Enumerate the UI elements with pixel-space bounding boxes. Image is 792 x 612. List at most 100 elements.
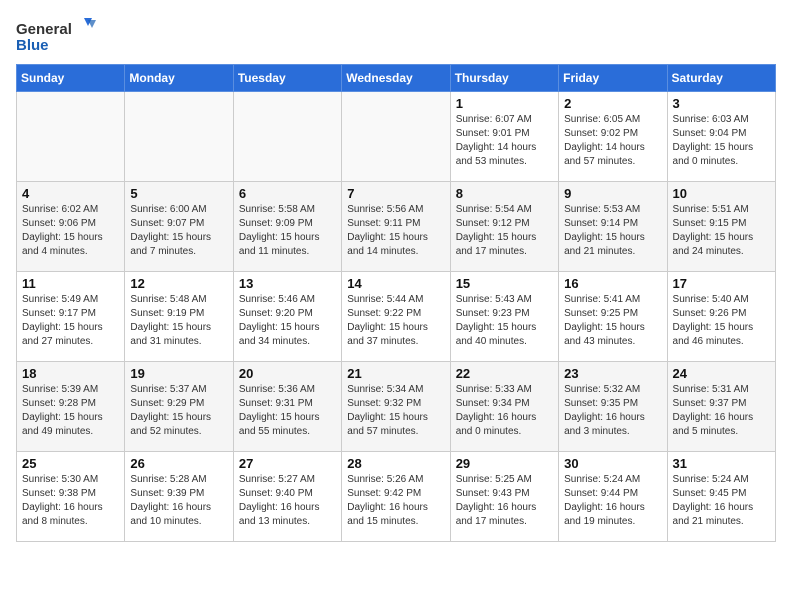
day-number: 22 [456,366,553,381]
day-info: Sunrise: 5:39 AM Sunset: 9:28 PM Dayligh… [22,383,119,439]
day-number: 15 [456,276,553,291]
svg-text:Blue: Blue [16,37,49,54]
day-info: Sunrise: 5:56 AM Sunset: 9:11 PM Dayligh… [347,203,444,259]
day-number: 29 [456,456,553,471]
day-number: 10 [673,186,770,201]
day-info: Sunrise: 5:33 AM Sunset: 9:34 PM Dayligh… [456,383,553,439]
day-info: Sunrise: 5:40 AM Sunset: 9:26 PM Dayligh… [673,293,770,349]
day-number: 31 [673,456,770,471]
day-number: 7 [347,186,444,201]
day-number: 8 [456,186,553,201]
calendar-cell: 16 Sunrise: 5:41 AM Sunset: 9:25 PM Dayli… [559,272,667,362]
day-number: 11 [22,276,119,291]
day-info: Sunrise: 5:51 AM Sunset: 9:15 PM Dayligh… [673,203,770,259]
weekday-wednesday: Wednesday [342,65,450,92]
calendar-cell: 6 Sunrise: 5:58 AM Sunset: 9:09 PM Daylig… [233,182,341,272]
calendar-table: SundayMondayTuesdayWednesdayThursdayFrid… [16,64,776,542]
day-number: 14 [347,276,444,291]
calendar-cell: 14Sunrise: 5:44 AM Sunset: 9:22 PM Dayli… [342,272,450,362]
calendar-cell: 5 Sunrise: 6:00 AM Sunset: 9:07 PM Daylig… [125,182,233,272]
calendar-cell: 13Sunrise: 5:46 AM Sunset: 9:20 PM Dayli… [233,272,341,362]
day-info: Sunrise: 5:27 AM Sunset: 9:40 PM Dayligh… [239,473,336,529]
calendar-header: SundayMondayTuesdayWednesdayThursdayFrid… [17,65,776,92]
day-info: Sunrise: 6:03 AM Sunset: 9:04 PM Dayligh… [673,113,770,169]
day-info: Sunrise: 5:26 AM Sunset: 9:42 PM Dayligh… [347,473,444,529]
day-number: 20 [239,366,336,381]
weekday-monday: Monday [125,65,233,92]
calendar-cell: 22 Sunrise: 5:33 AM Sunset: 9:34 PM Dayli… [450,362,558,452]
day-number: 16 [564,276,661,291]
day-info: Sunrise: 5:58 AM Sunset: 9:09 PM Dayligh… [239,203,336,259]
day-number: 5 [130,186,227,201]
week-row-5: 25Sunrise: 5:30 AM Sunset: 9:38 PM Dayli… [17,452,776,542]
calendar-cell: 15 Sunrise: 5:43 AM Sunset: 9:23 PM Dayli… [450,272,558,362]
day-number: 12 [130,276,227,291]
calendar-cell [125,92,233,182]
calendar-cell: 24Sunrise: 5:31 AM Sunset: 9:37 PM Dayli… [667,362,775,452]
calendar-cell: 10 Sunrise: 5:51 AM Sunset: 9:15 PM Dayli… [667,182,775,272]
calendar-cell: 26 Sunrise: 5:28 AM Sunset: 9:39 PM Dayli… [125,452,233,542]
calendar-cell: 1Sunrise: 6:07 AM Sunset: 9:01 PM Daylig… [450,92,558,182]
day-info: Sunrise: 5:46 AM Sunset: 9:20 PM Dayligh… [239,293,336,349]
weekday-tuesday: Tuesday [233,65,341,92]
weekday-friday: Friday [559,65,667,92]
weekday-thursday: Thursday [450,65,558,92]
calendar-cell: 8 Sunrise: 5:54 AM Sunset: 9:12 PM Daylig… [450,182,558,272]
day-info: Sunrise: 5:32 AM Sunset: 9:35 PM Dayligh… [564,383,661,439]
calendar-cell: 30Sunrise: 5:24 AM Sunset: 9:44 PM Dayli… [559,452,667,542]
day-info: Sunrise: 5:53 AM Sunset: 9:14 PM Dayligh… [564,203,661,259]
calendar-cell: 29Sunrise: 5:25 AM Sunset: 9:43 PM Dayli… [450,452,558,542]
day-number: 26 [130,456,227,471]
calendar-cell: 12 Sunrise: 5:48 AM Sunset: 9:19 PM Dayli… [125,272,233,362]
day-info: Sunrise: 5:43 AM Sunset: 9:23 PM Dayligh… [456,293,553,349]
calendar-cell: 20 Sunrise: 5:36 AM Sunset: 9:31 PM Dayli… [233,362,341,452]
day-number: 3 [673,96,770,111]
day-number: 1 [456,96,553,111]
calendar-cell: 11Sunrise: 5:49 AM Sunset: 9:17 PM Dayli… [17,272,125,362]
day-info: Sunrise: 6:05 AM Sunset: 9:02 PM Dayligh… [564,113,661,169]
day-info: Sunrise: 5:54 AM Sunset: 9:12 PM Dayligh… [456,203,553,259]
day-info: Sunrise: 5:36 AM Sunset: 9:31 PM Dayligh… [239,383,336,439]
day-info: Sunrise: 5:24 AM Sunset: 9:45 PM Dayligh… [673,473,770,529]
calendar-cell: 17 Sunrise: 5:40 AM Sunset: 9:26 PM Dayli… [667,272,775,362]
day-info: Sunrise: 5:30 AM Sunset: 9:38 PM Dayligh… [22,473,119,529]
day-info: Sunrise: 5:31 AM Sunset: 9:37 PM Dayligh… [673,383,770,439]
day-number: 6 [239,186,336,201]
weekday-saturday: Saturday [667,65,775,92]
svg-text:General: General [16,21,72,38]
calendar-cell [17,92,125,182]
calendar-cell: 27 Sunrise: 5:27 AM Sunset: 9:40 PM Dayli… [233,452,341,542]
day-info: Sunrise: 6:02 AM Sunset: 9:06 PM Dayligh… [22,203,119,259]
day-info: Sunrise: 5:28 AM Sunset: 9:39 PM Dayligh… [130,473,227,529]
day-info: Sunrise: 5:37 AM Sunset: 9:29 PM Dayligh… [130,383,227,439]
week-row-4: 18 Sunrise: 5:39 AM Sunset: 9:28 PM Dayli… [17,362,776,452]
day-info: Sunrise: 5:48 AM Sunset: 9:19 PM Dayligh… [130,293,227,349]
calendar-cell [233,92,341,182]
calendar-cell: 18 Sunrise: 5:39 AM Sunset: 9:28 PM Dayli… [17,362,125,452]
day-number: 18 [22,366,119,381]
day-number: 21 [347,366,444,381]
week-row-1: 1Sunrise: 6:07 AM Sunset: 9:01 PM Daylig… [17,92,776,182]
day-info: Sunrise: 5:24 AM Sunset: 9:44 PM Dayligh… [564,473,661,529]
logo: General Blue [16,16,96,56]
day-info: Sunrise: 6:00 AM Sunset: 9:07 PM Dayligh… [130,203,227,259]
day-number: 4 [22,186,119,201]
calendar-cell: 4 Sunrise: 6:02 AM Sunset: 9:06 PM Daylig… [17,182,125,272]
page-header: General Blue [16,16,776,56]
day-info: Sunrise: 5:34 AM Sunset: 9:32 PM Dayligh… [347,383,444,439]
day-info: Sunrise: 5:41 AM Sunset: 9:25 PM Dayligh… [564,293,661,349]
calendar-cell: 28 Sunrise: 5:26 AM Sunset: 9:42 PM Dayli… [342,452,450,542]
calendar-cell: 25Sunrise: 5:30 AM Sunset: 9:38 PM Dayli… [17,452,125,542]
week-row-2: 4 Sunrise: 6:02 AM Sunset: 9:06 PM Daylig… [17,182,776,272]
calendar-cell: 19Sunrise: 5:37 AM Sunset: 9:29 PM Dayli… [125,362,233,452]
day-number: 27 [239,456,336,471]
week-row-3: 11Sunrise: 5:49 AM Sunset: 9:17 PM Dayli… [17,272,776,362]
day-number: 9 [564,186,661,201]
day-number: 17 [673,276,770,291]
day-number: 2 [564,96,661,111]
day-number: 28 [347,456,444,471]
calendar-cell: 7 Sunrise: 5:56 AM Sunset: 9:11 PM Daylig… [342,182,450,272]
logo-svg: General Blue [16,16,96,56]
day-number: 23 [564,366,661,381]
calendar-cell: 9 Sunrise: 5:53 AM Sunset: 9:14 PM Daylig… [559,182,667,272]
